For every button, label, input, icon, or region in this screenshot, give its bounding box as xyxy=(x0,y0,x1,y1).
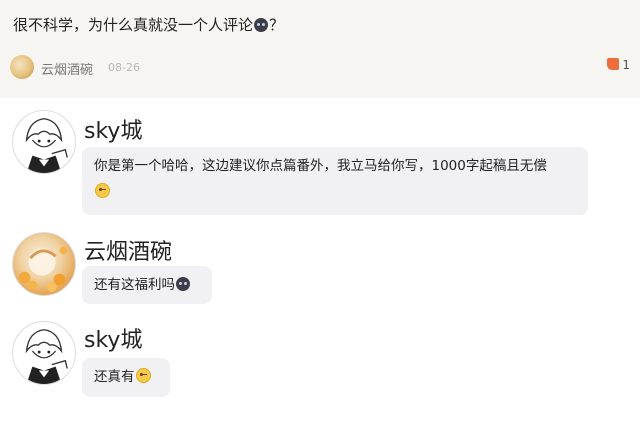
post-header: 很不科学，为什么真就没一个人评论 ？ 云烟酒碗 08-26 1 xyxy=(0,0,640,98)
comment-bubble: 还真有 xyxy=(82,358,170,397)
post-date: 08-26 xyxy=(108,61,140,74)
comment-text: 还真有 xyxy=(94,369,135,385)
post-meta: 云烟酒碗 08-26 1 xyxy=(10,55,630,79)
post-text-end: ？ xyxy=(269,16,285,34)
wink-emoji-icon xyxy=(135,368,151,383)
author-avatar[interactable] xyxy=(10,55,34,79)
post-text: 很不科学，为什么真就没一个人评论 ？ xyxy=(13,14,284,35)
dark-face-emoji-icon xyxy=(176,277,190,291)
manga-boy-avatar[interactable] xyxy=(12,110,76,174)
author-name[interactable]: 云烟酒碗 xyxy=(41,59,93,78)
commenter-name[interactable]: sky城 xyxy=(84,322,142,354)
wink-emoji-icon xyxy=(95,183,110,198)
comment-text: 还有这福利吗 xyxy=(94,277,175,293)
manga-boy-avatar[interactable] xyxy=(12,321,76,385)
thumbs-up-icon xyxy=(607,58,620,70)
flower-girl-avatar[interactable] xyxy=(12,232,76,296)
like-count: 1 xyxy=(622,58,630,72)
commenter-name[interactable]: sky城 xyxy=(84,113,142,145)
comment-bubble: 还有这福利吗 xyxy=(82,266,212,304)
comment-bubble: 你是第一个哈哈，这边建议你点篇番外，我立马给你写，1000字起稿且无偿 xyxy=(82,147,588,215)
comment-text: 你是第一个哈哈，这边建议你点篇番外，我立马给你写，1000字起稿且无偿 xyxy=(94,158,547,174)
like-button[interactable]: 1 xyxy=(607,58,630,72)
post-text-body: 很不科学，为什么真就没一个人评论 xyxy=(13,16,254,34)
commenter-name[interactable]: 云烟酒碗 xyxy=(84,234,172,266)
dark-face-emoji-icon xyxy=(254,18,269,32)
